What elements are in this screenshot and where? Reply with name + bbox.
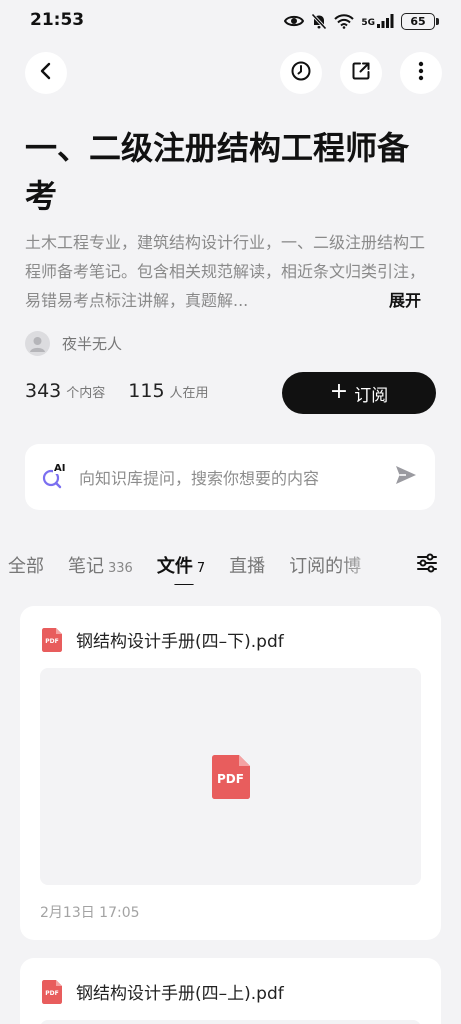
status-time: 21:53 xyxy=(30,10,85,30)
share-button[interactable] xyxy=(340,52,382,94)
network-type: 5G xyxy=(361,18,375,28)
wifi-icon xyxy=(334,13,355,29)
share-icon xyxy=(350,60,372,86)
tab-label: 笔记 xyxy=(68,556,104,577)
pdf-preview-label: PDF xyxy=(217,771,244,786)
status-bar: 21:53 5G 65 xyxy=(0,0,461,42)
description: 土木工程专业，建筑结构设计行业，一、二级注册结构工程师备考笔记。包含相关规范解读… xyxy=(25,228,425,315)
active-tab-indicator xyxy=(173,584,194,585)
ai-search-box[interactable]: AI 向知识库提问，搜索你想要的内容 xyxy=(25,444,435,510)
tab-notes[interactable]: 笔记 336 xyxy=(68,552,133,578)
back-icon xyxy=(39,62,53,84)
more-icon xyxy=(418,61,424,85)
user-count: 115 xyxy=(128,380,165,402)
battery-level: 65 xyxy=(410,14,426,28)
stats-row: 343 个内容 115 人在用 xyxy=(25,380,232,402)
history-icon xyxy=(290,60,312,86)
battery-icon: 65 xyxy=(401,12,439,30)
file-card[interactable]: PDF 钢结构设计手册(四–上).pdf xyxy=(20,958,441,1024)
pdf-file-icon: PDF xyxy=(42,979,62,1004)
author-name: 夜半无人 xyxy=(62,335,123,353)
tab-label: 直播 xyxy=(229,556,266,577)
tab-label: 全部 xyxy=(8,556,44,577)
file-header: PDF 钢结构设计手册(四–下).pdf xyxy=(42,627,284,652)
tab-live[interactable]: 直播 xyxy=(229,552,265,578)
pdf-icon-label: PDF xyxy=(45,637,59,645)
user-count-label: 人在用 xyxy=(169,386,209,401)
tab-fade xyxy=(340,545,400,585)
eye-icon xyxy=(284,14,305,28)
back-button[interactable] xyxy=(25,52,67,94)
pdf-file-icon: PDF xyxy=(42,627,62,652)
file-name: 钢结构设计手册(四–上).pdf xyxy=(76,984,284,1004)
page-title: 一、二级注册结构工程师备考 xyxy=(25,129,410,215)
file-name: 钢结构设计手册(四–下).pdf xyxy=(76,632,284,652)
search-placeholder: 向知识库提问，搜索你想要的内容 xyxy=(79,469,320,488)
tab-all[interactable]: 全部 xyxy=(8,552,44,578)
pdf-preview-icon: PDF xyxy=(211,754,250,799)
more-button[interactable] xyxy=(400,52,442,94)
ai-badge: AI xyxy=(53,463,67,474)
pdf-icon-label: PDF xyxy=(45,989,59,997)
avatar xyxy=(25,331,50,356)
content-count-label: 个内容 xyxy=(66,386,106,401)
file-date: 2月13日 17:05 xyxy=(40,905,140,921)
send-icon[interactable] xyxy=(393,462,419,492)
file-preview[interactable]: PDF xyxy=(40,668,421,885)
status-icons: 5G 65 xyxy=(284,10,439,32)
file-header: PDF 钢结构设计手册(四–上).pdf xyxy=(42,979,284,1004)
tab-count: 7 xyxy=(196,561,206,576)
subscribe-label: 订阅 xyxy=(354,385,389,406)
user-icon xyxy=(30,337,45,352)
author-row[interactable]: 夜半无人 xyxy=(25,331,122,356)
content-count: 343 xyxy=(25,380,62,402)
tab-files[interactable]: 文件 7 xyxy=(156,552,206,585)
plus-icon: + xyxy=(329,379,349,404)
file-preview[interactable] xyxy=(40,1020,421,1024)
description-text: 土木工程专业，建筑结构设计行业，一、二级注册结构工程师备考笔记。包含相关规范解读… xyxy=(25,233,425,310)
history-button[interactable] xyxy=(280,52,322,94)
file-card[interactable]: PDF 钢结构设计手册(四–下).pdf PDF 2月13日 17:05 xyxy=(20,606,441,940)
filter-button[interactable] xyxy=(412,551,442,579)
bell-off-icon xyxy=(311,12,328,30)
expand-button[interactable]: 展开 xyxy=(388,286,421,315)
ai-search-icon: AI xyxy=(41,463,67,490)
tab-label: 文件 xyxy=(156,556,193,577)
signal-icon: 5G xyxy=(361,14,394,28)
filter-icon xyxy=(416,553,438,577)
tab-count: 336 xyxy=(108,561,133,576)
subscribe-button[interactable]: + 订阅 xyxy=(282,372,436,414)
